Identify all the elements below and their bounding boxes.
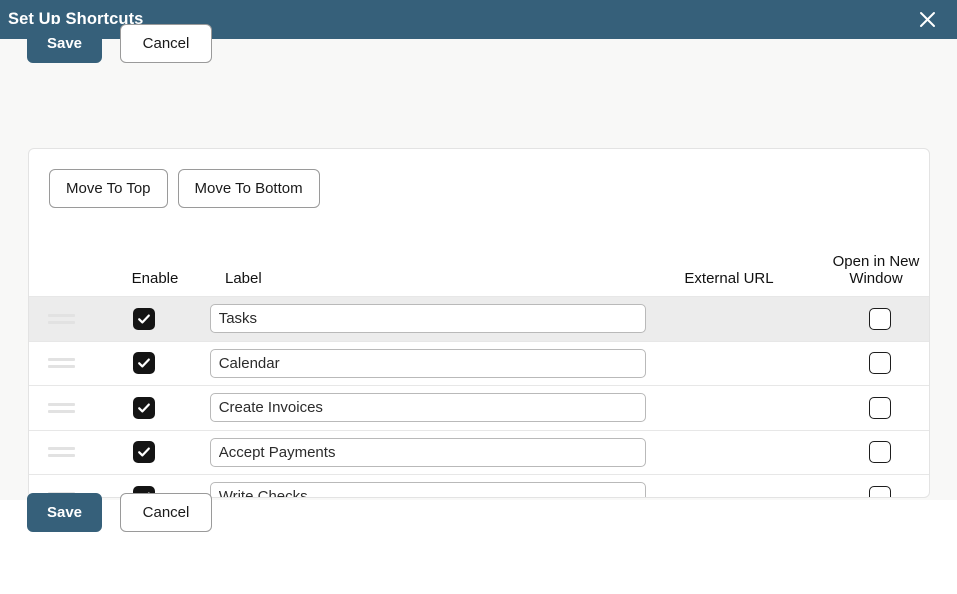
drag-handle-icon[interactable] bbox=[47, 358, 75, 369]
open-in-new-window-checkbox[interactable] bbox=[869, 485, 892, 497]
move-to-bottom-button[interactable]: Move To Bottom bbox=[177, 169, 320, 208]
enable-checkbox[interactable] bbox=[133, 352, 156, 375]
row-open-in-new-window-cell bbox=[832, 485, 929, 497]
label-input[interactable] bbox=[209, 482, 646, 497]
set-up-shortcuts-dialog: Set Up Shortcuts Save Cancel Move To Top… bbox=[0, 0, 957, 594]
row-label-cell bbox=[196, 437, 660, 467]
open-in-new-window-checkbox[interactable] bbox=[869, 396, 892, 419]
open-in-new-window-checkbox[interactable] bbox=[869, 307, 892, 330]
save-button-top[interactable]: Save bbox=[27, 24, 102, 63]
open-in-new-window-checkbox[interactable] bbox=[869, 352, 892, 375]
row-handle-cell bbox=[29, 358, 93, 369]
open-in-new-window-checkbox[interactable] bbox=[869, 441, 892, 464]
column-header-external-url-text: External URL bbox=[684, 270, 774, 288]
cancel-button-bottom[interactable]: Cancel bbox=[120, 493, 212, 532]
row-label-cell bbox=[196, 393, 660, 423]
row-label-cell bbox=[196, 304, 660, 334]
table-row[interactable] bbox=[29, 429, 929, 475]
column-header-open-in-new-window: Open in New Window bbox=[823, 253, 929, 288]
move-to-top-button[interactable]: Move To Top bbox=[49, 169, 168, 208]
table-row[interactable] bbox=[29, 340, 929, 386]
enable-checkbox[interactable] bbox=[133, 396, 156, 419]
column-header-external-url: External URL bbox=[635, 270, 823, 288]
row-enable-cell bbox=[93, 307, 196, 330]
column-header-enable-label: Enable bbox=[131, 270, 179, 288]
shortcuts-table-card: Move To Top Move To Bottom Enable Label … bbox=[28, 148, 930, 498]
enable-checkbox[interactable] bbox=[133, 441, 156, 464]
row-handle-cell bbox=[29, 313, 93, 324]
column-header-label: Label bbox=[211, 270, 635, 288]
row-handle-cell bbox=[29, 447, 93, 458]
close-icon[interactable] bbox=[908, 0, 947, 39]
drag-handle-icon[interactable] bbox=[47, 447, 75, 458]
row-handle-cell bbox=[29, 402, 93, 413]
label-input[interactable] bbox=[209, 348, 646, 378]
row-label-cell bbox=[196, 348, 660, 378]
toolbar-top: Save Cancel bbox=[27, 24, 212, 63]
label-input[interactable] bbox=[209, 437, 646, 467]
grid-header-row: Enable Label External URL Open in New Wi… bbox=[29, 224, 929, 296]
row-open-in-new-window-cell bbox=[832, 352, 929, 375]
label-input[interactable] bbox=[209, 393, 646, 423]
save-button-bottom[interactable]: Save bbox=[27, 493, 102, 532]
row-enable-cell bbox=[93, 441, 196, 464]
cancel-button-top[interactable]: Cancel bbox=[120, 24, 212, 63]
row-open-in-new-window-cell bbox=[832, 396, 929, 419]
drag-handle-icon[interactable] bbox=[47, 313, 75, 324]
shortcuts-grid: Enable Label External URL Open in New Wi… bbox=[29, 224, 929, 497]
toolbar-bottom: Save Cancel bbox=[27, 493, 212, 532]
row-open-in-new-window-cell bbox=[832, 307, 929, 330]
row-enable-cell bbox=[93, 352, 196, 375]
label-input[interactable] bbox=[209, 304, 646, 334]
row-open-in-new-window-cell bbox=[832, 441, 929, 464]
row-enable-cell bbox=[93, 396, 196, 419]
drag-handle-icon[interactable] bbox=[47, 402, 75, 413]
move-buttons-group: Move To Top Move To Bottom bbox=[49, 169, 320, 208]
enable-checkbox[interactable] bbox=[133, 307, 156, 330]
table-row[interactable] bbox=[29, 385, 929, 430]
table-row[interactable] bbox=[29, 296, 929, 341]
column-header-label-text: Label bbox=[225, 270, 262, 288]
column-header-enable: Enable bbox=[99, 270, 211, 288]
column-header-open-in-new-window-text: Open in New Window bbox=[832, 252, 920, 288]
row-label-cell bbox=[196, 482, 660, 497]
